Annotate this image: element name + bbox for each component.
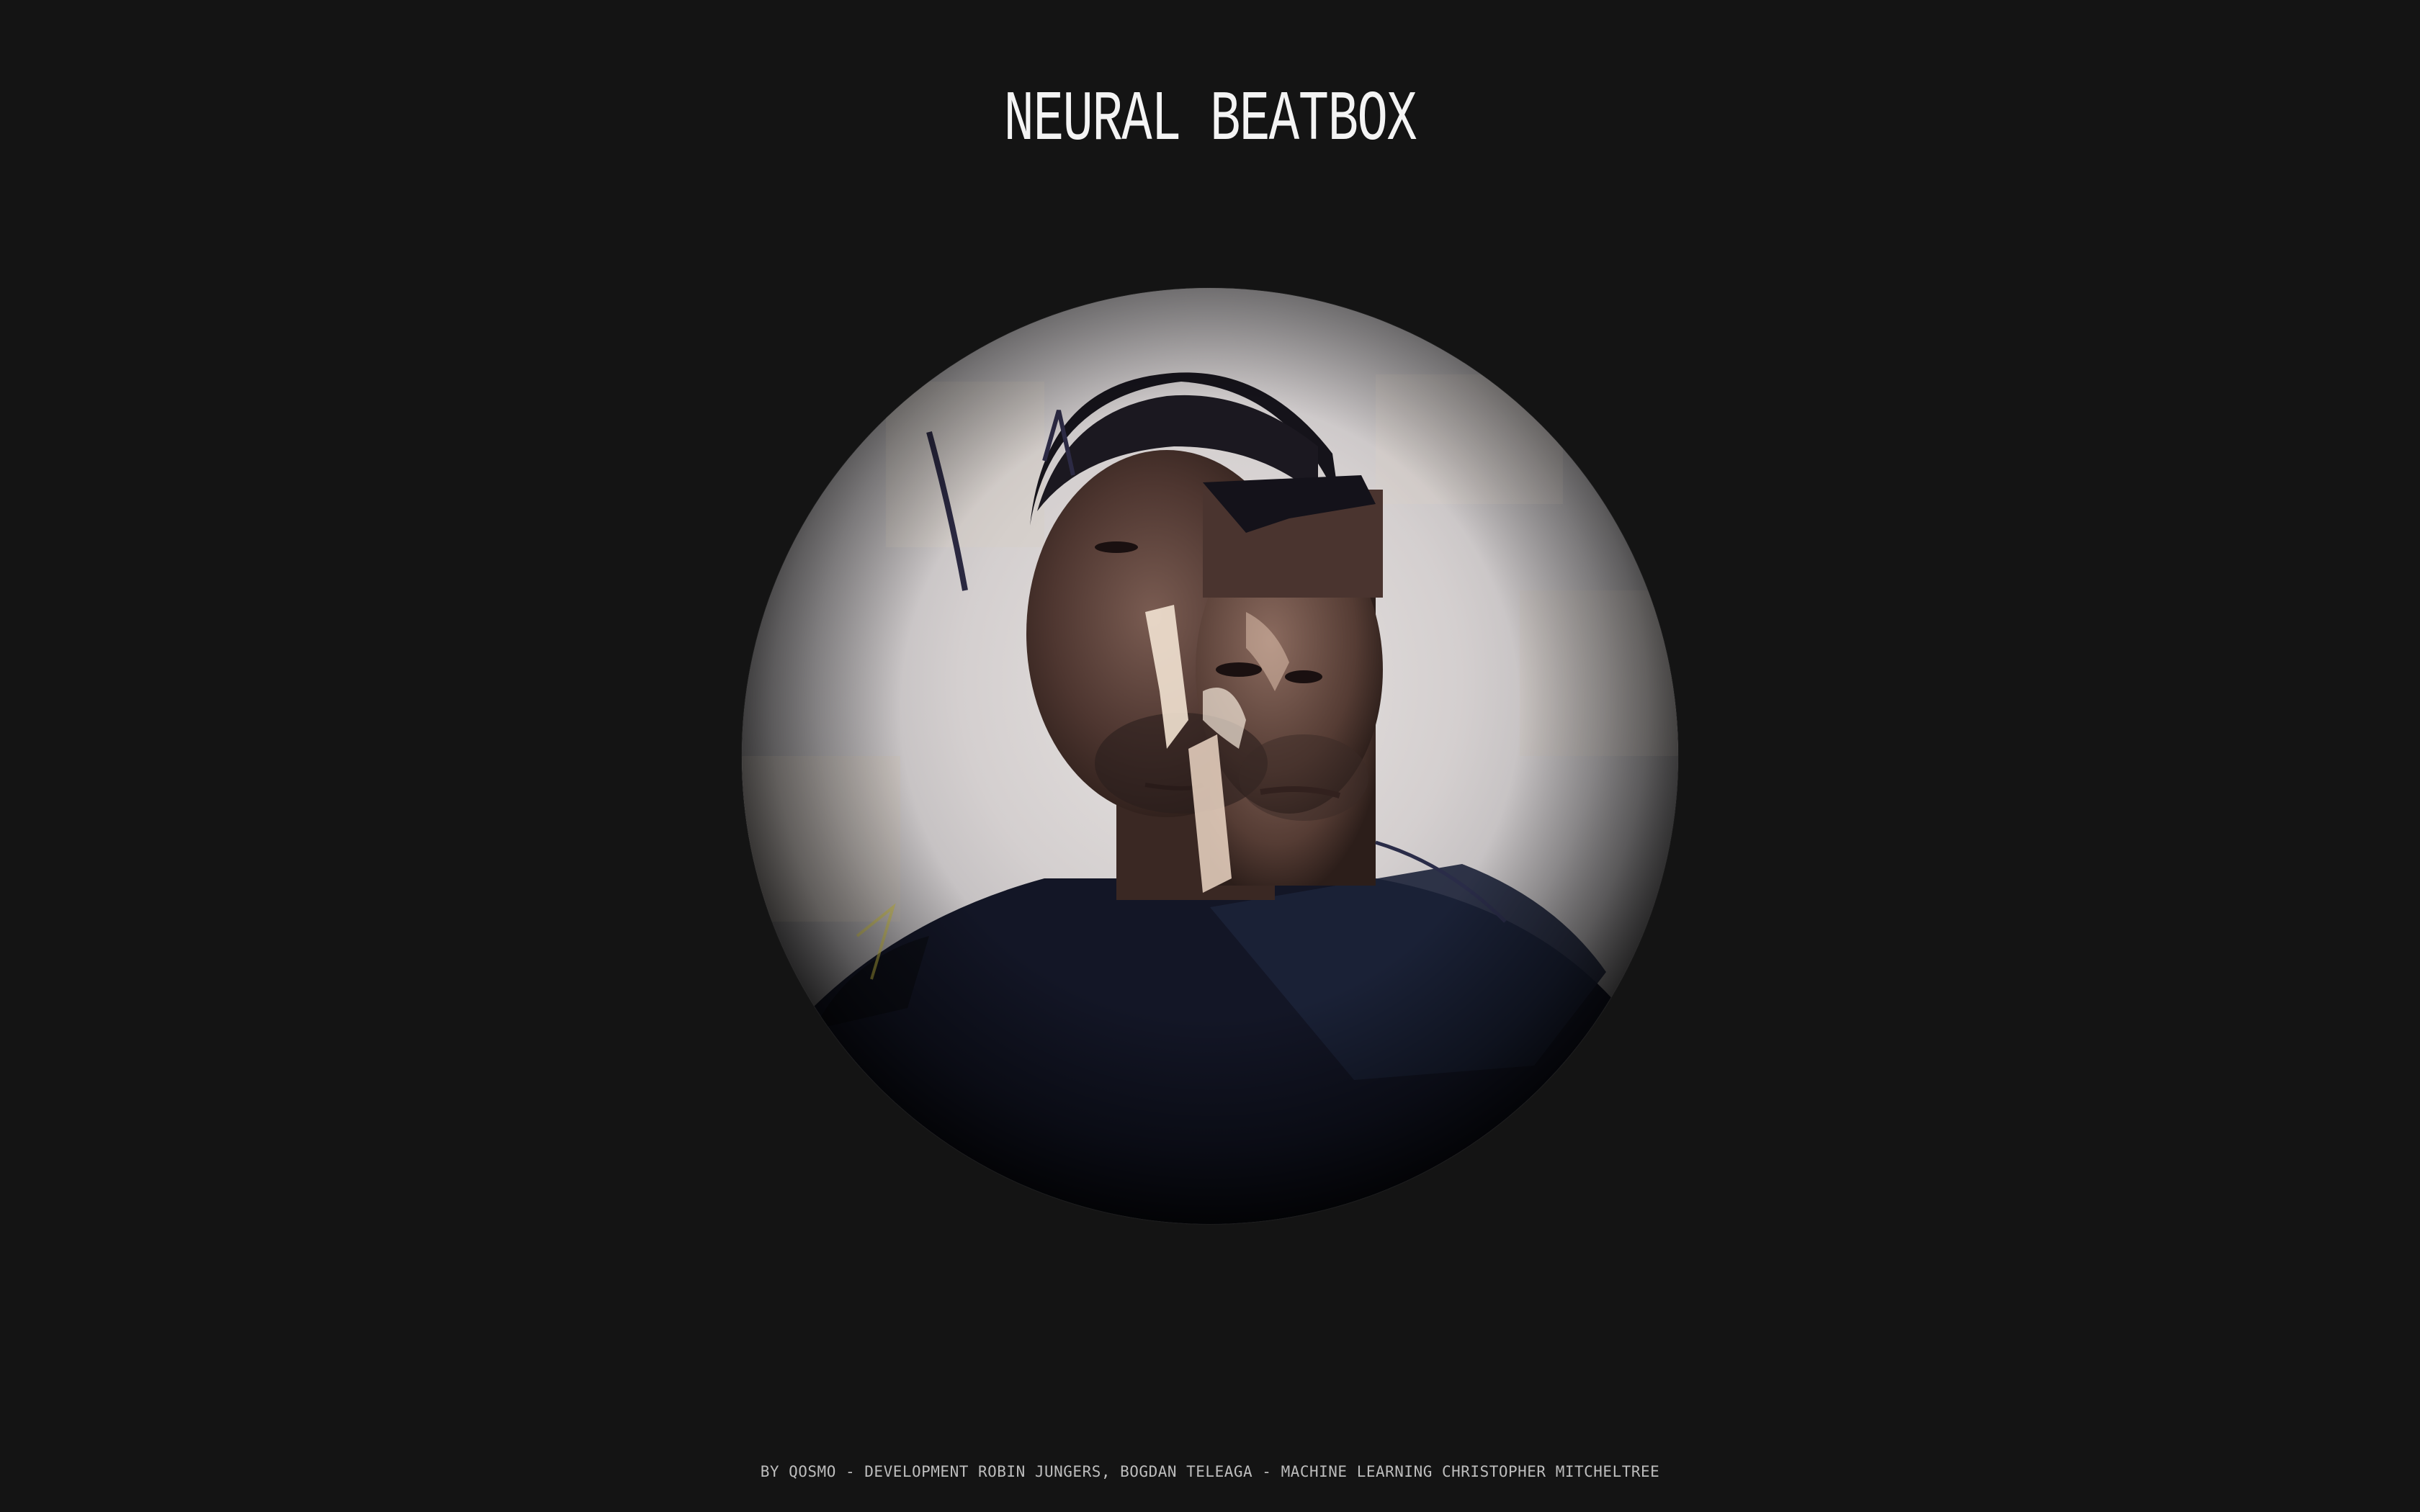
credits-text: BY QOSMO - DEVELOPMENT ROBIN JUNGERS, BO… (760, 1463, 1660, 1480)
webcam-video-circle (742, 288, 1678, 1224)
webcam-feed-image (742, 288, 1678, 1224)
page-title: NEURAL BEATBOX (1003, 81, 1417, 161)
